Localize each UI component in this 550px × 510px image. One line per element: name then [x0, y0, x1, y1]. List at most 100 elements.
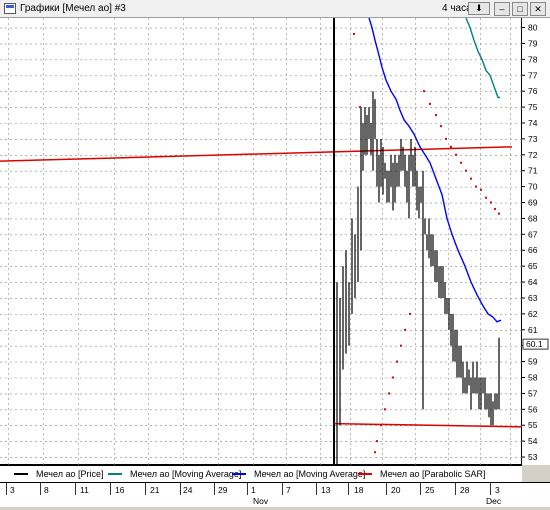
price-axis-scale: 5354555657585960616263646566676869707172…: [522, 23, 549, 462]
price-tick-label: 59: [528, 357, 538, 367]
sar-point: [480, 188, 482, 191]
sar-point: [460, 161, 462, 164]
price-tick-label: 58: [528, 373, 538, 383]
time-tick-label: 20: [391, 485, 401, 495]
legend-item: Мечел ао [Parabolic SAR]: [358, 469, 486, 479]
month-label: Dec: [486, 496, 502, 506]
legend-label: Мечел ао [Price]: [36, 469, 104, 479]
price-tick-label: 65: [528, 261, 538, 271]
price-tick-label: 62: [528, 309, 538, 319]
window-titlebar: Графики [Мечел ао] #3 4 часа ⬇ – □ ✕: [0, 0, 550, 18]
sar-point: [384, 408, 386, 411]
time-tick-label: 7: [286, 485, 291, 495]
price-tick-label: 71: [528, 166, 538, 176]
sar-point: [388, 392, 390, 395]
price-tick-label: 61: [528, 325, 538, 335]
price-axis: 5354555657585960616263646566676869707172…: [522, 18, 550, 465]
time-tick-label: 3: [495, 485, 500, 495]
sar-point: [475, 185, 477, 188]
maximize-icon[interactable]: □: [512, 2, 528, 16]
time-tick-label: 8: [44, 485, 49, 495]
month-label: Nov: [253, 496, 269, 506]
price-tick-label: 56: [528, 404, 538, 414]
legend-label: Мечел ао [Parabolic SAR]: [380, 469, 486, 479]
sar-point: [494, 207, 496, 210]
sar-point: [359, 106, 361, 109]
price-tick-label: 66: [528, 245, 538, 255]
minimize-icon[interactable]: –: [494, 2, 510, 16]
sar-point: [450, 145, 452, 148]
time-tick-label: 16: [115, 485, 125, 495]
sar-point: [490, 201, 492, 204]
legend-swatch: [14, 473, 28, 475]
time-tick-label: 21: [150, 485, 160, 495]
sar-point: [445, 137, 447, 140]
price-tick-label: 77: [528, 70, 538, 80]
price-tick-label: 64: [528, 277, 538, 287]
time-tick-label: 13: [321, 485, 331, 495]
time-tick-label: 1: [251, 485, 256, 495]
price-tick-label: 76: [528, 86, 538, 96]
legend-label: Мечел ао [Moving Average]: [130, 469, 242, 479]
price-tick-label: 68: [528, 213, 538, 223]
price-tick-label: 80: [528, 23, 538, 33]
price-tick-label: 73: [528, 134, 538, 144]
sar-point: [485, 196, 487, 199]
time-tick-label: 24: [183, 485, 193, 495]
time-tick-label: 18: [354, 485, 364, 495]
price-tick-label: 53: [528, 452, 538, 462]
sar-point: [404, 328, 406, 331]
time-axis-scale: 3 8 11 16 21 24 29 1 7 13 18 20 25 28 3 Nov Dec: [6, 483, 502, 506]
close-icon[interactable]: ✕: [530, 2, 546, 16]
moving-average-line-1: [465, 17, 500, 99]
legend-swatch: [358, 473, 372, 475]
time-tick-label: 29: [218, 485, 228, 495]
sar-point: [409, 312, 411, 315]
price-tick-label: 70: [528, 182, 538, 192]
price-tick-label: 63: [528, 293, 538, 303]
time-tick-label: 11: [80, 485, 89, 495]
price-tick-label: 74: [528, 118, 538, 128]
sar-point: [423, 90, 425, 93]
sar-point: [465, 169, 467, 172]
legend-label: Мечел ао [Moving Average]: [254, 469, 366, 479]
sar-point: [400, 344, 402, 347]
sar-point: [353, 32, 355, 35]
time-tick-label: 28: [460, 485, 470, 495]
time-tick-label: 25: [425, 485, 435, 495]
legend-swatch: [108, 473, 122, 475]
sar-point: [392, 376, 394, 379]
price-chart-plot-area[interactable]: [0, 17, 523, 465]
legend-swatch: [232, 473, 246, 475]
sar-point: [498, 212, 500, 215]
sar-point: [396, 360, 398, 363]
price-tick-label: 67: [528, 229, 538, 239]
price-tick-label: 57: [528, 388, 538, 398]
price-tick-label: 75: [528, 102, 538, 112]
sar-point: [374, 451, 376, 454]
sar-point: [470, 177, 472, 180]
sar-point: [380, 424, 382, 427]
sar-point: [455, 153, 457, 156]
legend-item: Мечел ао [Moving Average]: [232, 469, 365, 479]
time-tick-label: 3: [10, 485, 15, 495]
chart-legend: Мечел ао [Price] Мечел ао [Moving Average…: [0, 465, 522, 482]
sar-point: [435, 114, 437, 117]
price-chart: [0, 17, 523, 465]
sar-point: [440, 125, 442, 128]
legend-item: Мечел ао [Moving Average]: [108, 469, 241, 479]
sar-point: [429, 102, 431, 105]
price-tick-label: 79: [528, 38, 538, 48]
price-tick-label: 69: [528, 198, 538, 208]
time-axis: 3 8 11 16 21 24 29 1 7 13 18 20 25 28 3 Nov Dec: [0, 482, 550, 507]
sar-point: [376, 440, 378, 443]
chart-window-icon: [4, 3, 16, 14]
level-line: [0, 146, 513, 162]
window-title: Графики [Мечел ао] #3: [20, 3, 126, 14]
level-line: [333, 422, 523, 428]
price-tick-label: 72: [528, 150, 538, 160]
price-tick-label: 55: [528, 420, 538, 430]
price-tick-label: 54: [528, 436, 538, 446]
last-price-label: 60.1: [526, 339, 543, 349]
timeframe-dropdown-button[interactable]: ⬇: [468, 2, 490, 15]
